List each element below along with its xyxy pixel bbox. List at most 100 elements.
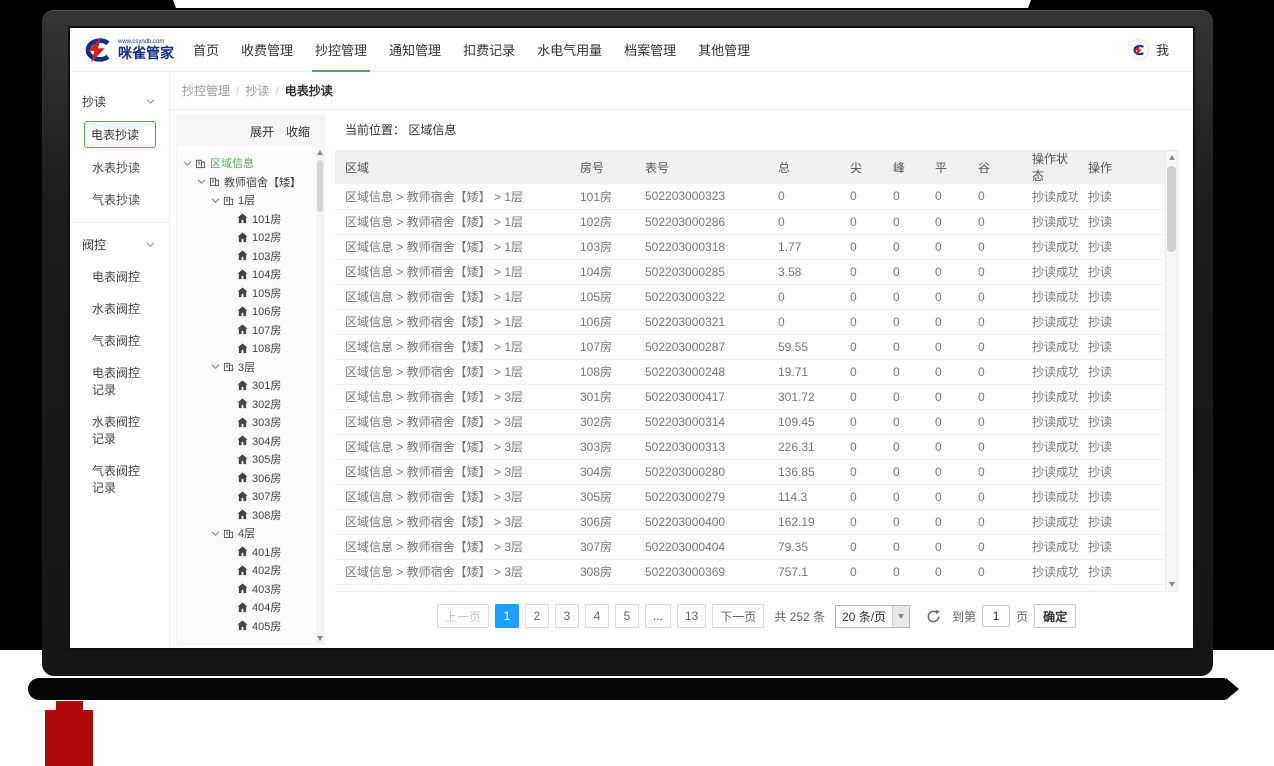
cell-status[interactable]: 抄读成功 [1022, 559, 1078, 584]
tree-node-label[interactable]: 107房 [252, 322, 281, 338]
tree-node[interactable]: 404房 [177, 598, 324, 617]
tree-node[interactable]: 区域信息 [177, 154, 324, 173]
tree-node-label[interactable]: 教师宿舍【矮】 [224, 174, 301, 190]
tree-node[interactable]: 302房 [177, 395, 324, 414]
tree-node-label[interactable]: 307房 [252, 488, 281, 504]
next-page-button[interactable]: 下一页 [712, 604, 764, 628]
cell-status[interactable]: 抄读成功 [1022, 534, 1078, 559]
tree-node[interactable]: 403房 [177, 580, 324, 599]
cell-status[interactable]: 抄读成功 [1022, 234, 1078, 259]
tree-node-label[interactable]: 3层 [238, 359, 255, 375]
tree-node-label[interactable]: 102房 [252, 229, 281, 245]
tree-node-label[interactable]: 304房 [252, 433, 281, 449]
tree-node-label[interactable]: 105房 [252, 285, 281, 301]
tree-node-label[interactable]: 401房 [252, 544, 281, 560]
tree-node-label[interactable]: 405房 [252, 618, 281, 634]
sidebar-item[interactable]: 气表阀控记录 [90, 458, 152, 500]
nav-item[interactable]: 水电气用量 [526, 28, 613, 72]
cell-status[interactable]: 抄读成功 [1022, 484, 1078, 509]
sidebar-item[interactable]: 水表阀控记录 [90, 409, 152, 451]
tree-node-label[interactable]: 101房 [252, 211, 281, 227]
breadcrumb-item[interactable]: 抄控管理 [182, 82, 230, 99]
page-ellipsis[interactable]: ... [645, 604, 671, 628]
tree-node-label[interactable]: 104房 [252, 266, 281, 282]
user-label[interactable]: 我 [1156, 40, 1169, 59]
sidebar-item[interactable]: 电表抄读 [84, 121, 156, 148]
tree-node-label[interactable]: 302房 [252, 396, 281, 412]
tree-node[interactable]: 3层 [177, 358, 324, 377]
cell-action[interactable]: 抄读 [1078, 509, 1165, 534]
sidebar-item[interactable]: 水表抄读 [90, 155, 152, 180]
sidebar-item[interactable]: 水表阀控 [90, 296, 152, 321]
page-size-select[interactable]: 20 条/页 [835, 605, 910, 628]
page-button[interactable]: 13 [677, 604, 706, 628]
nav-item[interactable]: 档案管理 [613, 28, 687, 72]
confirm-button[interactable]: 确定 [1034, 604, 1076, 628]
cell-status[interactable]: 抄读成功 [1022, 184, 1078, 209]
chevron-down-icon[interactable] [209, 530, 221, 537]
expand-all-button[interactable]: 展开 [250, 123, 274, 140]
refresh-button[interactable] [924, 607, 942, 625]
tree-scrollbar[interactable] [316, 146, 324, 644]
cell-status[interactable]: 抄读成功 [1022, 384, 1078, 409]
page-button[interactable]: 3 [555, 604, 579, 628]
tree-node-label[interactable]: 404房 [252, 599, 281, 615]
tree-node[interactable]: 405房 [177, 617, 324, 636]
sidebar-group-header[interactable]: 抄读 [70, 88, 169, 114]
tree-node[interactable]: 402房 [177, 561, 324, 580]
tree-node-label[interactable]: 区域信息 [210, 155, 254, 171]
chevron-down-icon[interactable] [195, 178, 207, 185]
tree-node[interactable]: 107房 [177, 321, 324, 340]
page-button[interactable]: 2 [525, 604, 549, 628]
cell-action[interactable]: 抄读 [1078, 284, 1165, 309]
cell-action[interactable]: 抄读 [1078, 434, 1165, 459]
table-scrollbar[interactable] [1165, 150, 1178, 592]
collapse-all-button[interactable]: 收缩 [286, 123, 310, 140]
tree-node-label[interactable]: 106房 [252, 303, 281, 319]
sidebar-item[interactable]: 气表阀控 [90, 328, 152, 353]
tree-node-label[interactable]: 403房 [252, 581, 281, 597]
tree-node-label[interactable]: 308房 [252, 507, 281, 523]
table-scroll-down-icon[interactable] [1166, 578, 1177, 591]
tree-node-label[interactable]: 108房 [252, 340, 281, 356]
tree-scroll-down-icon[interactable] [316, 632, 324, 644]
user-avatar[interactable] [1128, 39, 1149, 60]
breadcrumb-item[interactable]: 抄读 [245, 82, 269, 99]
tree-node[interactable]: 301房 [177, 376, 324, 395]
chevron-down-icon[interactable] [181, 160, 193, 167]
cell-action[interactable]: 抄读 [1078, 484, 1165, 509]
cell-status[interactable]: 抄读成功 [1022, 509, 1078, 534]
tree-node[interactable]: 103房 [177, 247, 324, 266]
cell-action[interactable]: 抄读 [1078, 409, 1165, 434]
page-button[interactable]: 1 [495, 604, 519, 628]
tree-node-label[interactable]: 103房 [252, 248, 281, 264]
goto-page-input[interactable] [982, 605, 1010, 627]
tree-node-label[interactable]: 1层 [238, 192, 255, 208]
breadcrumb-item[interactable]: 电表抄读 [285, 82, 333, 99]
table-scroll-up-icon[interactable] [1166, 151, 1177, 164]
cell-action[interactable]: 抄读 [1078, 459, 1165, 484]
nav-item[interactable]: 首页 [182, 28, 230, 72]
cell-action[interactable]: 抄读 [1078, 184, 1165, 209]
table-scrollbar-thumb[interactable] [1167, 166, 1176, 252]
nav-item[interactable]: 收费管理 [230, 28, 304, 72]
tree-node-label[interactable]: 306房 [252, 470, 281, 486]
tree-node[interactable]: 101房 [177, 210, 324, 229]
tree-node[interactable]: 401房 [177, 543, 324, 562]
tree-node[interactable]: 308房 [177, 506, 324, 525]
nav-item[interactable]: 通知管理 [378, 28, 452, 72]
tree-node-label[interactable]: 402房 [252, 562, 281, 578]
tree-node[interactable]: 307房 [177, 487, 324, 506]
tree-node-label[interactable]: 303房 [252, 414, 281, 430]
cell-status[interactable]: 抄读成功 [1022, 409, 1078, 434]
sidebar-group-header[interactable]: 阀控 [70, 231, 169, 257]
chevron-down-icon[interactable] [209, 363, 221, 370]
cell-status[interactable] [1022, 584, 1078, 592]
cell-status[interactable]: 抄读成功 [1022, 259, 1078, 284]
tree-node-label[interactable]: 4层 [238, 525, 255, 541]
cell-action[interactable]: 抄读 [1078, 559, 1165, 584]
cell-status[interactable]: 抄读成功 [1022, 334, 1078, 359]
page-button[interactable]: 5 [615, 604, 639, 628]
prev-page-button[interactable]: 上一页 [437, 604, 489, 628]
tree-node[interactable]: 4层 [177, 524, 324, 543]
